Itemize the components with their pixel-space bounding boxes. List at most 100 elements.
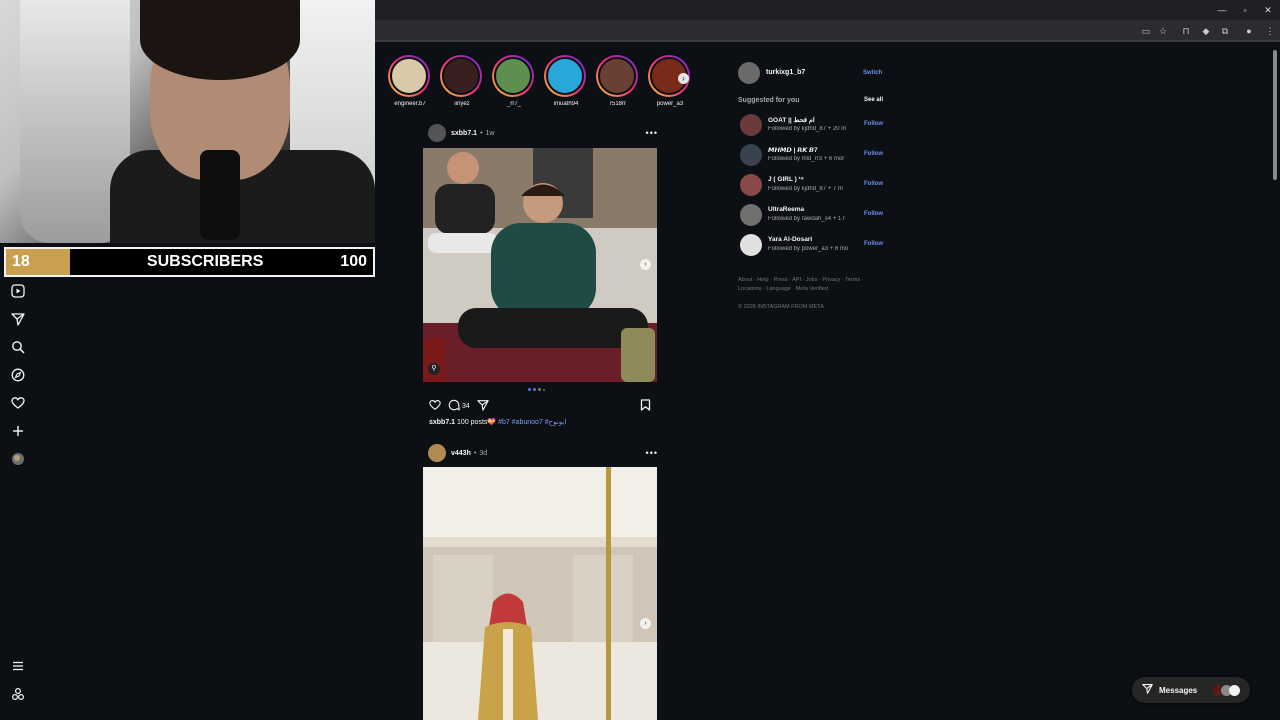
browser-toolbar: ▭ ☆ ⊓ ◆ ⧉ ● ⋮ <box>375 20 1280 42</box>
suggestion-name[interactable]: GOAT || ام قحط <box>768 116 815 124</box>
caption-text: 100 posts💝 <box>457 419 497 426</box>
subscriber-goal-bar: 18 SUBSCRIBERS 100 <box>4 247 375 277</box>
microphone <box>200 150 240 240</box>
share-icon[interactable] <box>477 399 489 414</box>
suggestion-avatar[interactable] <box>740 114 762 136</box>
post-actions: 34 <box>429 399 489 414</box>
post-age: 3d <box>479 449 488 457</box>
webcam-overlay <box>0 0 375 243</box>
like-icon[interactable] <box>429 399 441 414</box>
post-avatar[interactable] <box>428 124 446 142</box>
subscriber-progress-fill: 18 <box>6 249 70 275</box>
heart-icon[interactable] <box>10 396 26 412</box>
tag-people-icon[interactable]: ⚲ <box>428 363 440 375</box>
post-caption: sxbb7.1 100 posts💝 #b7 #abunoo7 #ابونوح <box>429 418 566 426</box>
story-item[interactable]: _rr7_ <box>492 55 536 107</box>
suggestion-avatar[interactable] <box>740 144 762 166</box>
install-icon[interactable]: ▭ <box>1139 24 1153 38</box>
send-icon[interactable] <box>10 312 26 328</box>
browser-title-bar: — ▫ ✕ <box>375 0 1280 20</box>
puzzle-icon[interactable]: ⊓ <box>1179 24 1193 38</box>
kebab-icon[interactable]: ⋮ <box>1263 24 1277 38</box>
suggestion-followed-by: Followed by power_a3 + 6 mo <box>768 246 849 252</box>
story-item[interactable]: engineer.b7 <box>388 55 432 107</box>
account-avatar[interactable] <box>738 62 760 84</box>
follow-button[interactable]: Follow <box>864 151 883 157</box>
stories-next-icon[interactable]: › <box>678 73 689 84</box>
messages-button[interactable]: Messages <box>1132 677 1250 703</box>
subscriber-goal: 100 <box>340 253 367 270</box>
follow-button[interactable]: Follow <box>864 121 883 127</box>
messages-avatars <box>1213 684 1241 696</box>
close-icon[interactable]: ✕ <box>1261 3 1275 17</box>
story-item[interactable]: r518rr <box>596 55 640 107</box>
caption-username[interactable]: sxbb7.1 <box>429 419 455 426</box>
restore-icon[interactable]: ▫ <box>1238 3 1252 17</box>
account-username[interactable]: turkixg1_b7 <box>766 69 805 76</box>
follow-button[interactable]: Follow <box>864 181 883 187</box>
scrollbar-thumb[interactable] <box>1273 50 1277 180</box>
profile-avatar-icon[interactable]: ● <box>1242 24 1256 38</box>
minimize-icon[interactable]: — <box>1215 3 1229 17</box>
suggestion-avatar[interactable] <box>740 204 762 226</box>
post-username[interactable]: sxbb7.1 <box>451 130 477 137</box>
suggestion-followed-by: Followed by rawdah_s4 + 1 r <box>768 216 845 222</box>
profile-icon[interactable] <box>10 452 26 468</box>
switch-account-link[interactable]: Switch <box>863 70 882 76</box>
post-age: 1w <box>485 129 495 137</box>
comment-icon[interactable] <box>448 399 460 414</box>
footer-links[interactable]: About · Help · Press · API · Jobs · Priv… <box>738 276 864 285</box>
suggestion-row: 𝙈𝙃𝙈𝘿 | 𝙍𝙆 𝘽7 Followed by mld_rr3 + 6 mor… <box>738 143 888 167</box>
messages-label: Messages <box>1159 685 1198 695</box>
search-icon[interactable] <box>10 340 26 356</box>
carousel-next-icon[interactable]: › <box>640 618 651 629</box>
post-image[interactable] <box>423 467 657 720</box>
post-username[interactable]: v443h <box>451 450 471 457</box>
suggestion-followed-by: Followed by kjdhd_87 + 7 m <box>768 186 843 192</box>
suggestion-followed-by: Followed by kjdhd_87 + 20 m <box>768 126 847 132</box>
suggestion-name[interactable]: UltraReema <box>768 206 804 213</box>
story-item[interactable]: imuath94 <box>544 55 588 107</box>
more-options-icon[interactable]: ••• <box>646 448 658 458</box>
extension-icon[interactable]: ◆ <box>1199 24 1213 38</box>
story-username: _rr7_ <box>506 101 521 107</box>
carousel-next-icon[interactable]: › <box>640 259 651 270</box>
star-icon[interactable]: ☆ <box>1156 24 1170 38</box>
follow-button[interactable]: Follow <box>864 241 883 247</box>
post-header: sxbb7.1 • 1w ••• <box>428 123 658 143</box>
suggestion-avatar[interactable] <box>740 174 762 196</box>
follow-button[interactable]: Follow <box>864 211 883 217</box>
more-options-icon[interactable]: ••• <box>646 128 658 138</box>
suggestion-avatar[interactable] <box>740 234 762 256</box>
send-icon <box>1142 681 1153 699</box>
suggestion-row: J ( GIRL ) ¹⁸ Followed by kjdhd_87 + 7 m… <box>738 173 888 197</box>
suggestion-row: UltraReema Followed by rawdah_s4 + 1 r F… <box>738 203 888 227</box>
suggestion-followed-by: Followed by mld_rr3 + 6 mor <box>768 156 845 162</box>
caption-hashtags[interactable]: #b7 #abunoo7 #ابونوح <box>498 419 566 426</box>
create-icon[interactable] <box>10 424 26 440</box>
menu-icon[interactable] <box>10 659 26 675</box>
save-icon[interactable] <box>640 399 651 414</box>
threads-icon[interactable] <box>10 687 26 703</box>
see-all-link[interactable]: See all <box>864 97 883 103</box>
suggestion-name[interactable]: J ( GIRL ) ¹⁸ <box>768 176 804 183</box>
story-username: r518rr <box>609 101 626 107</box>
page-scrollbar[interactable] <box>1272 46 1278 720</box>
reels-icon[interactable] <box>10 284 26 300</box>
suggestion-name[interactable]: 𝙈𝙃𝙈𝘿 | 𝙍𝙆 𝘽7 <box>768 146 818 154</box>
story-username: iinyez <box>454 101 470 107</box>
subscriber-title: SUBSCRIBERS <box>146 253 264 270</box>
post-avatar[interactable] <box>428 444 446 462</box>
footer-links-2[interactable]: Locations · Language · Meta Verified <box>738 285 828 294</box>
story-username: engineer.b7 <box>394 101 426 107</box>
streamer-hair <box>140 0 300 80</box>
extensions-icon[interactable]: ⧉ <box>1218 24 1232 38</box>
post-image[interactable] <box>423 148 657 382</box>
copyright: © 2026 INSTAGRAM FROM META <box>738 304 824 310</box>
story-item[interactable]: iinyez <box>440 55 484 107</box>
story-username: power_a3 <box>656 101 684 107</box>
suggestion-name[interactable]: Yara Al-Dosari <box>768 236 812 243</box>
suggested-title: Suggested for you <box>738 97 800 104</box>
explore-icon[interactable] <box>10 368 26 384</box>
post-header: v443h • 3d ••• <box>428 443 658 463</box>
